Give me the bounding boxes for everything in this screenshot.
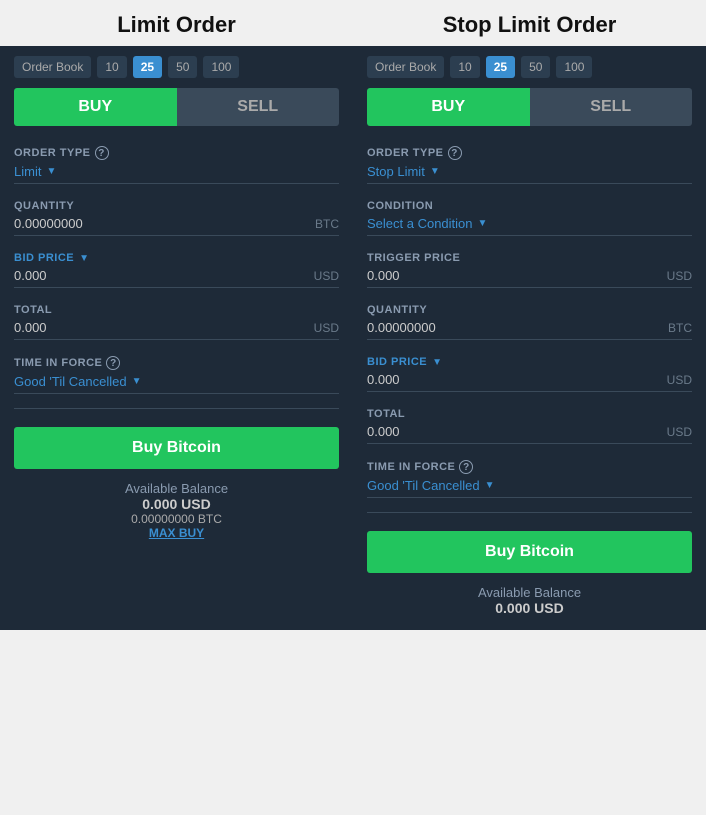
right-total-input[interactable] xyxy=(367,424,627,439)
right-ob-25[interactable]: 25 xyxy=(486,56,515,78)
right-tif-dropdown[interactable]: Good 'Til Cancelled ▼ xyxy=(367,474,692,498)
right-tif-arrow-icon: ▼ xyxy=(485,480,495,491)
left-order-type-help-icon[interactable]: ? xyxy=(95,146,109,160)
right-order-type-arrow-icon: ▼ xyxy=(430,166,440,177)
left-ob-50[interactable]: 50 xyxy=(168,56,197,78)
left-panel: Limit Order Order Book 10 25 50 100 BUY … xyxy=(0,0,353,630)
left-tif-label: TIME IN FORCE ? xyxy=(14,356,339,370)
right-total-row: USD xyxy=(367,420,692,444)
left-quantity-section: QUANTITY BTC xyxy=(14,200,339,238)
right-ob-50[interactable]: 50 xyxy=(521,56,550,78)
right-ob-100[interactable]: 100 xyxy=(556,56,592,78)
left-tif-help-icon[interactable]: ? xyxy=(106,356,120,370)
right-divider xyxy=(367,512,692,513)
left-panel-title: Limit Order xyxy=(0,0,353,46)
left-bid-price-section: BID PRICE ▼ USD xyxy=(14,252,339,290)
left-tif-arrow-icon: ▼ xyxy=(132,376,142,387)
right-total-unit: USD xyxy=(667,425,692,439)
left-buy-button[interactable]: BUY xyxy=(14,88,177,126)
left-sell-button[interactable]: SELL xyxy=(177,88,340,126)
left-bid-price-arrow-icon: ▼ xyxy=(79,253,89,264)
left-ob-25[interactable]: 25 xyxy=(133,56,162,78)
right-panel: Stop Limit Order Order Book 10 25 50 100… xyxy=(353,0,706,630)
right-tif-help-icon[interactable]: ? xyxy=(459,460,473,474)
left-order-type-section: ORDER TYPE ? Limit ▼ xyxy=(14,146,339,186)
right-trigger-price-row: USD xyxy=(367,264,692,288)
right-sell-button[interactable]: SELL xyxy=(530,88,693,126)
right-quantity-section: QUANTITY BTC xyxy=(367,304,692,342)
left-max-buy[interactable]: MAX BUY xyxy=(14,526,339,540)
right-order-type-label: ORDER TYPE ? xyxy=(367,146,692,160)
right-condition-label: CONDITION xyxy=(367,200,692,212)
left-bid-price-input[interactable] xyxy=(14,268,274,283)
left-balance-usd: 0.000 USD xyxy=(14,496,339,512)
left-quantity-unit: BTC xyxy=(315,217,339,231)
right-quantity-unit: BTC xyxy=(668,321,692,335)
right-panel-title: Stop Limit Order xyxy=(353,0,706,46)
right-order-book-label: Order Book xyxy=(367,56,444,78)
left-quantity-input[interactable] xyxy=(14,216,274,231)
right-order-book-row: Order Book 10 25 50 100 xyxy=(367,56,692,78)
left-divider xyxy=(14,408,339,409)
right-ob-10[interactable]: 10 xyxy=(450,56,479,78)
right-quantity-label: QUANTITY xyxy=(367,304,692,316)
right-order-type-dropdown[interactable]: Stop Limit ▼ xyxy=(367,160,692,184)
left-total-row: USD xyxy=(14,316,339,340)
left-ob-100[interactable]: 100 xyxy=(203,56,239,78)
right-total-label: TOTAL xyxy=(367,408,692,420)
right-buy-sell-row: BUY SELL xyxy=(367,88,692,126)
right-buy-button[interactable]: BUY xyxy=(367,88,530,126)
right-order-type-help-icon[interactable]: ? xyxy=(448,146,462,160)
right-trigger-price-input[interactable] xyxy=(367,268,627,283)
left-order-book-label: Order Book xyxy=(14,56,91,78)
left-total-section: TOTAL USD xyxy=(14,304,339,342)
left-buy-sell-row: BUY SELL xyxy=(14,88,339,126)
right-balance-usd: 0.000 USD xyxy=(367,600,692,616)
left-order-type-label: ORDER TYPE ? xyxy=(14,146,339,160)
right-total-section: TOTAL USD xyxy=(367,408,692,446)
left-tif-section: TIME IN FORCE ? Good 'Til Cancelled ▼ xyxy=(14,356,339,394)
left-balance-btc: 0.00000000 BTC xyxy=(14,512,339,526)
left-total-input[interactable] xyxy=(14,320,274,335)
right-panel-inner: Order Book 10 25 50 100 BUY SELL ORDER T… xyxy=(353,46,706,630)
right-condition-dropdown[interactable]: Select a Condition ▼ xyxy=(367,212,692,236)
left-quantity-row: BTC xyxy=(14,212,339,236)
left-avail-balance: Available Balance 0.000 USD 0.00000000 B… xyxy=(14,481,339,540)
right-tif-section: TIME IN FORCE ? Good 'Til Cancelled ▼ xyxy=(367,460,692,498)
left-tif-dropdown[interactable]: Good 'Til Cancelled ▼ xyxy=(14,370,339,394)
left-big-buy-button[interactable]: Buy Bitcoin xyxy=(14,427,339,469)
page-wrapper: Limit Order Order Book 10 25 50 100 BUY … xyxy=(0,0,706,630)
left-ob-10[interactable]: 10 xyxy=(97,56,126,78)
right-bid-price-arrow-icon: ▼ xyxy=(432,357,442,368)
right-condition-section: CONDITION Select a Condition ▼ xyxy=(367,200,692,238)
right-bid-price-label[interactable]: BID PRICE ▼ xyxy=(367,356,692,368)
right-trigger-price-label: TRIGGER PRICE xyxy=(367,252,692,264)
right-quantity-row: BTC xyxy=(367,316,692,340)
right-bid-price-section: BID PRICE ▼ USD xyxy=(367,356,692,394)
left-panel-inner: Order Book 10 25 50 100 BUY SELL ORDER T… xyxy=(0,46,353,554)
left-total-unit: USD xyxy=(314,321,339,335)
left-order-book-row: Order Book 10 25 50 100 xyxy=(14,56,339,78)
right-bid-price-unit: USD xyxy=(667,373,692,387)
right-quantity-input[interactable] xyxy=(367,320,627,335)
left-bid-price-row: USD xyxy=(14,264,339,288)
left-total-label: TOTAL xyxy=(14,304,339,316)
right-order-type-section: ORDER TYPE ? Stop Limit ▼ xyxy=(367,146,692,186)
right-tif-label: TIME IN FORCE ? xyxy=(367,460,692,474)
left-bid-price-label[interactable]: BID PRICE ▼ xyxy=(14,252,339,264)
right-trigger-price-section: TRIGGER PRICE USD xyxy=(367,252,692,290)
left-quantity-label: QUANTITY xyxy=(14,200,339,212)
left-bid-price-unit: USD xyxy=(314,269,339,283)
right-avail-balance: Available Balance 0.000 USD xyxy=(367,585,692,616)
right-trigger-price-unit: USD xyxy=(667,269,692,283)
left-order-type-arrow-icon: ▼ xyxy=(46,166,56,177)
right-bid-price-row: USD xyxy=(367,368,692,392)
right-big-buy-button[interactable]: Buy Bitcoin xyxy=(367,531,692,573)
right-condition-arrow-icon: ▼ xyxy=(478,218,488,229)
left-order-type-dropdown[interactable]: Limit ▼ xyxy=(14,160,339,184)
right-bid-price-input[interactable] xyxy=(367,372,627,387)
